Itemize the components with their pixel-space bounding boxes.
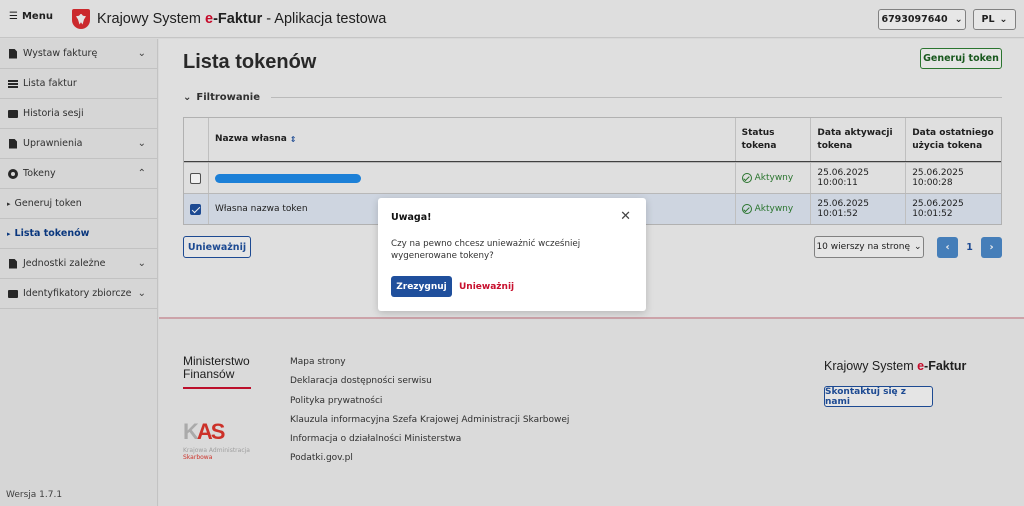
- close-icon[interactable]: ✕: [620, 209, 631, 224]
- confirm-dialog: Uwaga! ✕ Czy na pewno chcesz unieważnić …: [378, 198, 646, 311]
- cancel-button[interactable]: Zrezygnuj: [391, 276, 452, 297]
- confirm-invalidate-button[interactable]: Unieważnij: [459, 276, 514, 297]
- dialog-message: Czy na pewno chcesz unieważnić wcześniej…: [391, 239, 581, 261]
- dialog-title: Uwaga!: [391, 212, 432, 223]
